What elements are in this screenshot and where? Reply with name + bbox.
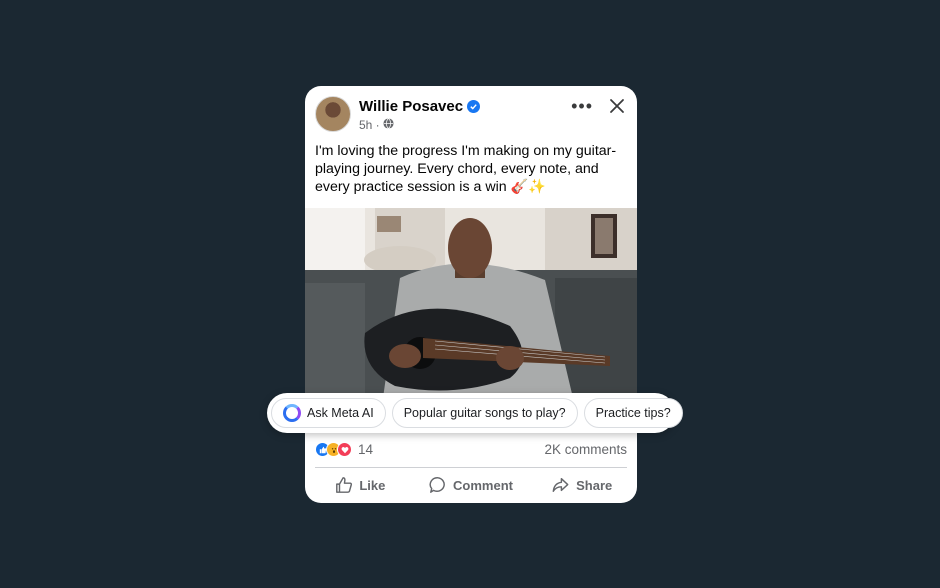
comments-count[interactable]: 2K comments	[544, 442, 627, 457]
comment-button[interactable]: Comment	[416, 472, 527, 498]
reactions-summary[interactable]: 14	[315, 442, 373, 457]
divider	[315, 467, 627, 468]
close-button[interactable]	[607, 96, 627, 116]
share-arrow-icon	[552, 477, 569, 493]
more-horizontal-icon: •••	[571, 96, 593, 116]
author-name[interactable]: Willie Posavec	[359, 98, 463, 115]
post-header: Willie Posavec 5h · •••	[315, 96, 627, 136]
like-label: Like	[359, 477, 386, 493]
man-playing-guitar-photo	[305, 208, 637, 398]
share-label: Share	[576, 477, 613, 493]
post-meta: 5h ·	[359, 118, 394, 132]
meta-ai-ring-icon	[283, 404, 301, 422]
author-avatar[interactable]	[315, 96, 351, 132]
reaction-count: 14	[358, 442, 374, 457]
ask-meta-ai-chip[interactable]: Ask Meta AI	[271, 398, 386, 428]
author-name-row: Willie Posavec	[359, 98, 481, 115]
close-icon	[610, 99, 624, 113]
comment-label: Comment	[453, 477, 513, 493]
globe-icon	[383, 118, 394, 132]
love-reaction-icon	[337, 442, 352, 457]
more-options-button[interactable]: •••	[571, 97, 593, 115]
meta-ai-suggestions-bar: Ask Meta AI Popular guitar songs to play…	[267, 393, 683, 433]
suggestion-songs-label: Popular guitar songs to play?	[403, 406, 566, 420]
verified-badge-icon	[467, 100, 481, 113]
post-text: I'm loving the progress I'm making on my…	[315, 143, 617, 195]
post-card: Willie Posavec 5h · ••• I'm loving the p…	[305, 86, 637, 503]
thumbs-up-icon	[336, 477, 353, 493]
like-button[interactable]: Like	[305, 472, 416, 498]
suggestion-chip-tips[interactable]: Practice tips?	[583, 398, 683, 428]
ask-meta-ai-label: Ask Meta AI	[307, 406, 374, 420]
suggestion-chip-songs[interactable]: Popular guitar songs to play?	[391, 398, 578, 428]
comment-bubble-icon	[429, 477, 445, 493]
post-actions: Like Comment Share	[305, 472, 637, 498]
post-photo[interactable]	[305, 208, 637, 398]
post-stats: 14 2K comments	[315, 440, 627, 460]
post-time[interactable]: 5h ·	[359, 118, 380, 132]
suggestion-tips-label: Practice tips?	[595, 406, 671, 420]
share-button[interactable]: Share	[526, 472, 637, 498]
